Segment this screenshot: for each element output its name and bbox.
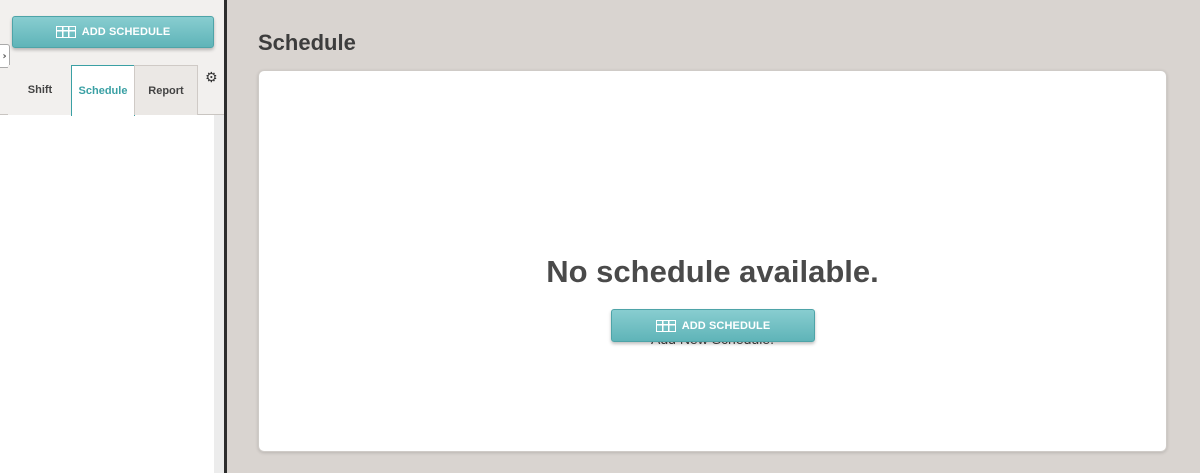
sidebar-tabs: Shift Schedule Report: [8, 65, 198, 116]
add-schedule-label: ADD SCHEDULE: [681, 319, 771, 332]
page-title: Schedule: [258, 30, 356, 55]
calendar-grid-icon: [55, 26, 76, 38]
sidebar-scrollbar[interactable]: [214, 115, 224, 473]
chevron-right-icon: ›: [2, 50, 7, 62]
tab-shift[interactable]: Shift: [8, 65, 72, 115]
tab-label: Report: [148, 84, 184, 97]
tab-schedule[interactable]: Schedule: [71, 65, 135, 116]
gear-icon[interactable]: ⚙: [205, 70, 218, 86]
empty-state-card: No schedule available. Add New Schedule.: [258, 70, 1167, 452]
sidebar-divider: [224, 0, 227, 473]
calendar-grid-icon: [655, 319, 676, 332]
tab-report[interactable]: Report: [134, 65, 198, 115]
add-schedule-label: ADD SCHEDULE: [81, 26, 171, 38]
empty-state-heading: No schedule available.: [546, 254, 879, 289]
add-schedule-button[interactable]: ADD SCHEDULE: [611, 309, 815, 342]
add-schedule-button-sidebar[interactable]: ADD SCHEDULE: [12, 16, 214, 48]
sidebar: ADD SCHEDULE › Shift Schedule Report ⚙: [0, 0, 224, 473]
tab-label: Schedule: [78, 85, 128, 97]
tab-label: Shift: [27, 84, 53, 96]
